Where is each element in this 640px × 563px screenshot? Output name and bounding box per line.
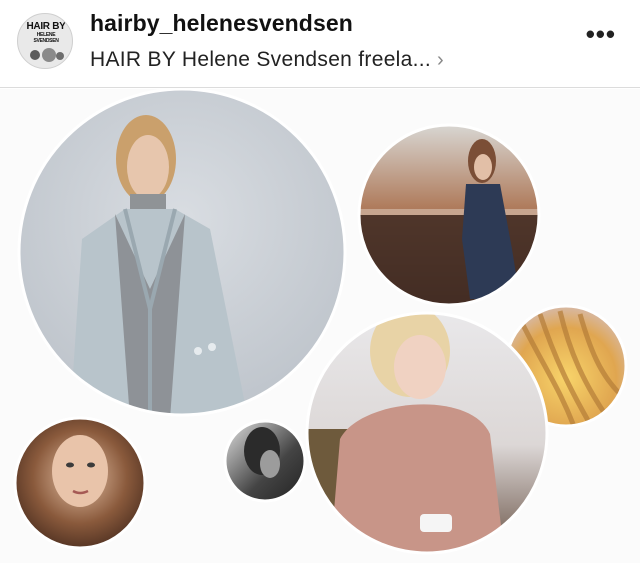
photo-collage (13, 89, 628, 555)
model-river-railing-photo (359, 125, 539, 305)
post-image[interactable] (0, 89, 640, 563)
avatar-logo: HAIR BY HELENE SVENDSEN (26, 21, 66, 45)
profile-avatar[interactable]: HAIR BY HELENE SVENDSEN (17, 13, 73, 69)
profile-subtitle[interactable]: HAIR BY Helene Svendsen freela... › (90, 48, 444, 72)
chevron-right-icon: › (437, 49, 444, 71)
post-header: HAIR BY HELENE SVENDSEN hairby_helenesve… (0, 0, 640, 88)
more-options-icon[interactable]: ••• (586, 21, 616, 47)
username[interactable]: hairby_helenesvendsen (90, 10, 353, 37)
avatar-thumbnails (28, 48, 64, 62)
subtitle-text: HAIR BY Helene Svendsen freela... (90, 48, 432, 71)
